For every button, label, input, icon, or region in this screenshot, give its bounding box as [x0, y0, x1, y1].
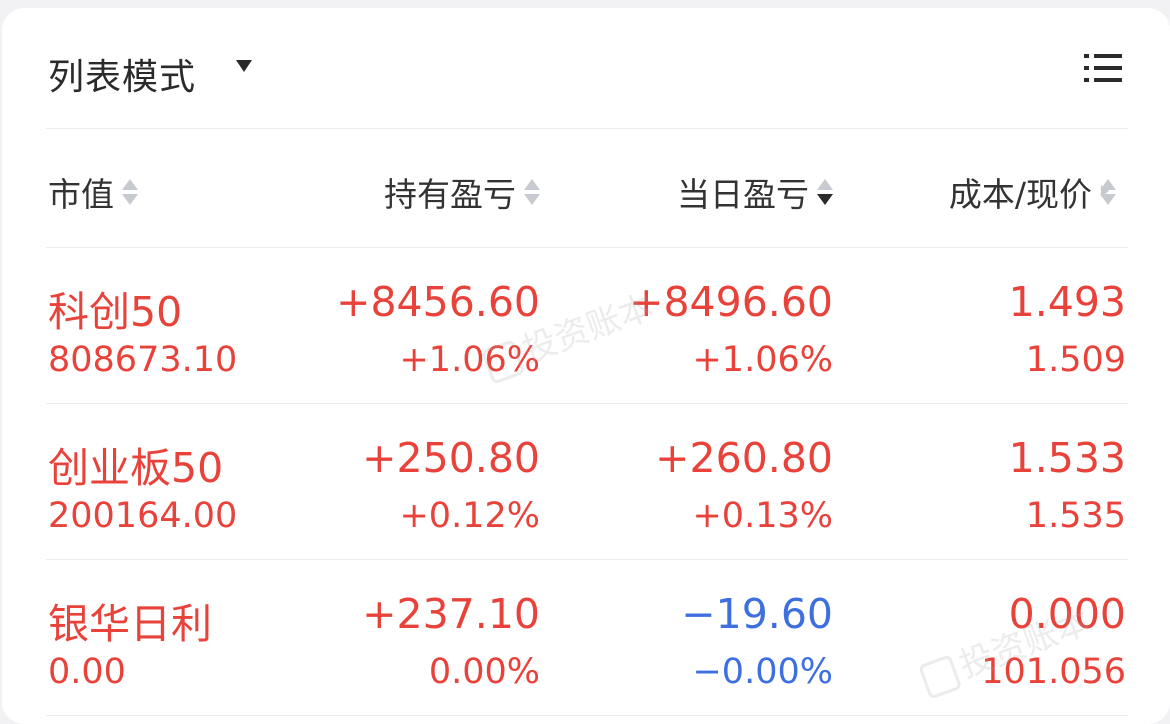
- current-price: 1.509: [1025, 340, 1126, 380]
- day-pnl: −19.60: [681, 590, 833, 638]
- cost-price: 1.533: [1008, 434, 1126, 482]
- market-value: 0.00: [48, 652, 126, 692]
- column-header-day-pnl[interactable]: 当日盈亏: [677, 168, 833, 216]
- holdings-card: 列表模式 市值 持有盈亏 当日盈亏 成本/现价 科创50 808673.10 +…: [2, 8, 1170, 724]
- day-pnl-percent: +1.06%: [692, 340, 833, 380]
- hold-pnl: +8456.60: [336, 278, 540, 326]
- card-header: 列表模式: [46, 8, 1128, 129]
- holding-row[interactable]: 科创50 808673.10 +8456.60 +1.06% +8496.60 …: [46, 248, 1128, 404]
- sort-desc-icon: [817, 177, 833, 207]
- column-header-row: 市值 持有盈亏 当日盈亏 成本/现价: [46, 128, 1128, 248]
- caret-down-icon[interactable]: [236, 60, 252, 72]
- current-price: 1.535: [1025, 496, 1126, 536]
- day-pnl-percent: +0.13%: [692, 496, 833, 536]
- day-pnl: +8496.60: [629, 278, 833, 326]
- day-pnl: +260.80: [655, 434, 833, 482]
- cost-price: 1.493: [1008, 278, 1126, 326]
- column-header-hold-pnl[interactable]: 持有盈亏: [384, 168, 540, 216]
- fund-name: 创业板50: [48, 444, 224, 492]
- market-value: 200164.00: [48, 496, 238, 536]
- scroll-right-icon[interactable]: [1101, 185, 1109, 197]
- holding-row[interactable]: 创业板50 200164.00 +250.80 +0.12% +260.80 +…: [46, 404, 1128, 560]
- current-price: 101.056: [981, 652, 1126, 692]
- sort-icon: [524, 177, 540, 207]
- hold-pnl: +237.10: [362, 590, 540, 638]
- view-mode-selector[interactable]: 列表模式: [48, 48, 196, 100]
- hold-pnl-percent: +1.06%: [399, 340, 540, 380]
- cost-price: 0.000: [1008, 590, 1126, 638]
- sort-icon: [122, 177, 138, 207]
- market-value: 808673.10: [48, 340, 238, 380]
- hold-pnl-percent: +0.12%: [399, 496, 540, 536]
- column-header-cost-price[interactable]: 成本/现价: [949, 168, 1116, 216]
- hold-pnl: +250.80: [362, 434, 540, 482]
- fund-name: 银华日利: [48, 600, 212, 648]
- fund-name: 科创50: [48, 288, 183, 336]
- list-icon[interactable]: [1084, 52, 1124, 84]
- holding-row[interactable]: 银华日利 0.00 +237.10 0.00% −19.60 −0.00% 0.…: [46, 560, 1128, 716]
- column-header-market-value[interactable]: 市值: [48, 168, 138, 216]
- hold-pnl-percent: 0.00%: [428, 652, 540, 692]
- day-pnl-percent: −0.00%: [692, 652, 833, 692]
